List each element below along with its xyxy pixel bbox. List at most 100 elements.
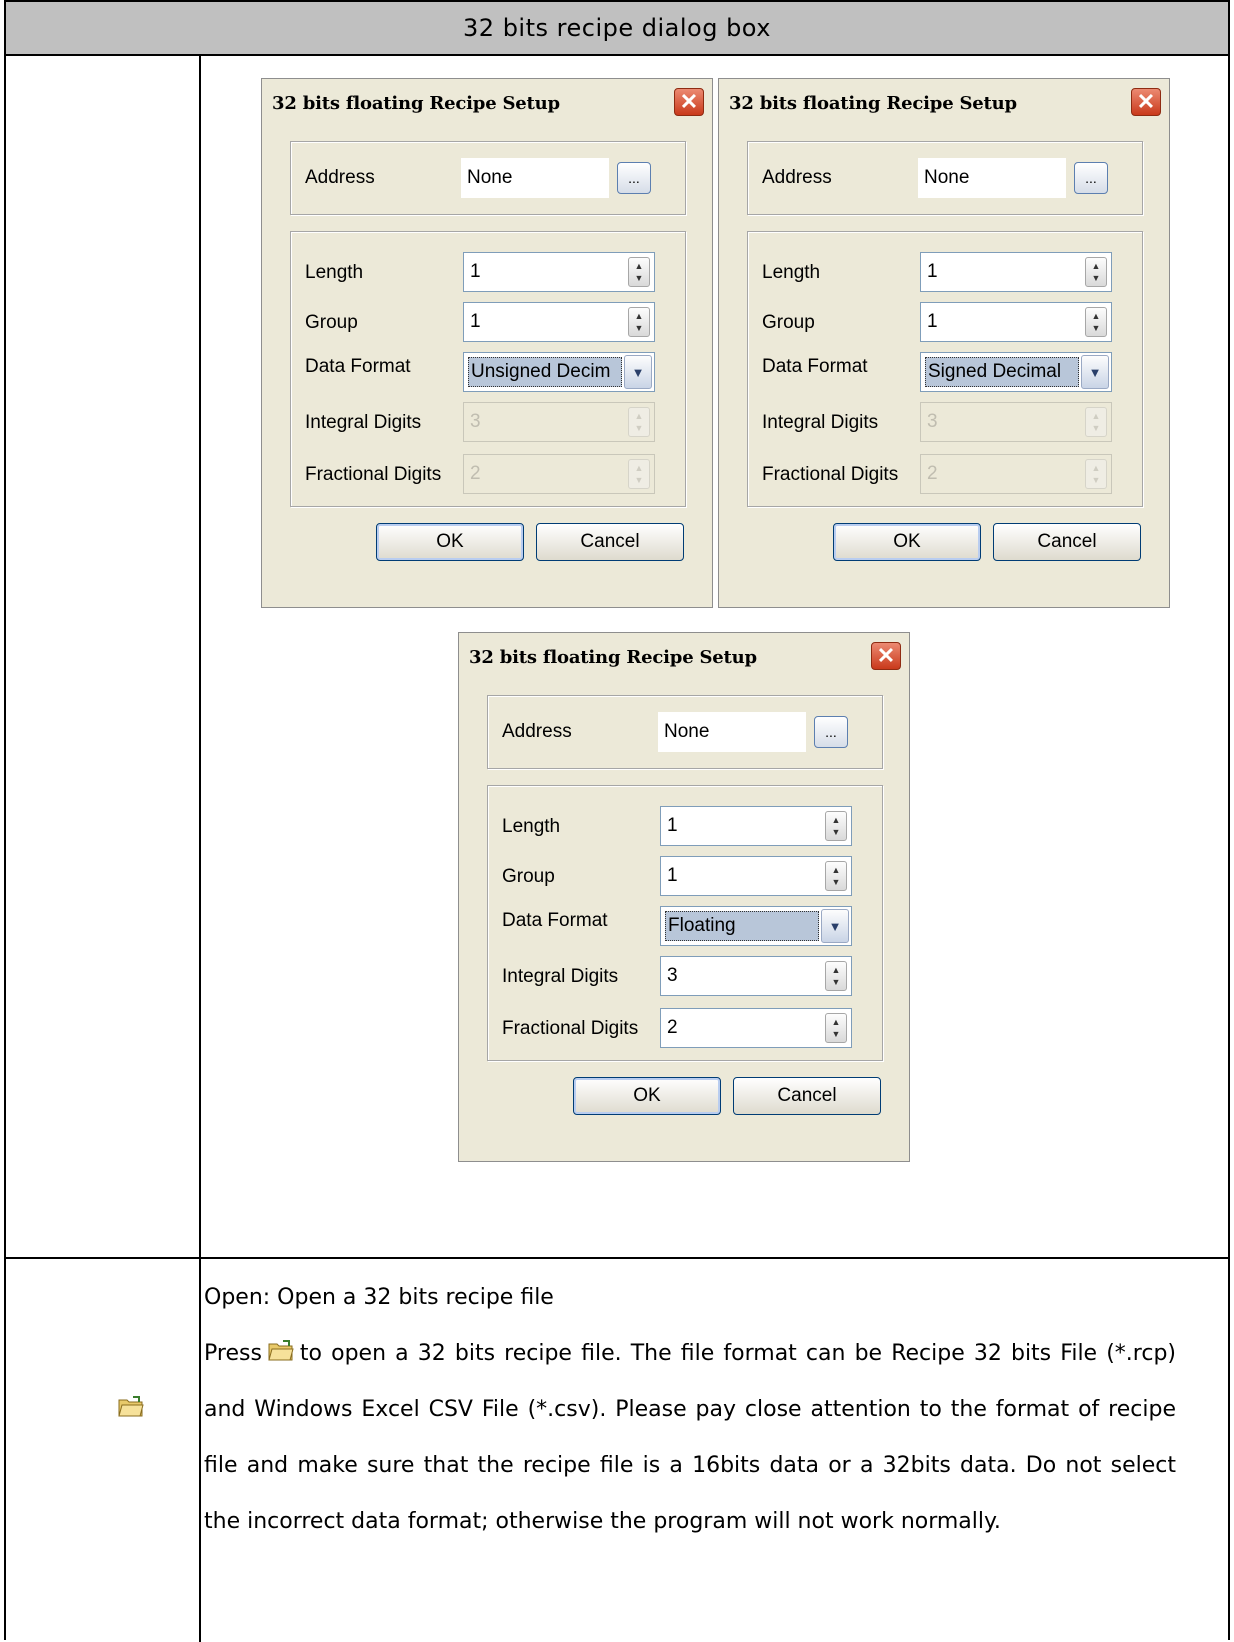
address-field[interactable]: None bbox=[918, 158, 1066, 198]
fractional-digits-label: Fractional Digits bbox=[762, 464, 899, 485]
integral-digits-value: 3 bbox=[470, 411, 481, 432]
length-label: Length bbox=[762, 262, 821, 283]
column-divider bbox=[199, 54, 201, 1642]
address-group: Address None ... bbox=[747, 141, 1143, 215]
chevron-down-icon[interactable]: ▼ bbox=[624, 355, 652, 389]
length-field[interactable]: 1 ▲ ▼ bbox=[660, 806, 852, 846]
group-value: 1 bbox=[667, 865, 678, 886]
open-body-text: to open a 32 bits recipe file. The file … bbox=[204, 1341, 1176, 1534]
address-browse-button[interactable]: ... bbox=[617, 162, 651, 194]
cancel-button[interactable]: Cancel bbox=[993, 523, 1141, 561]
group-spinner[interactable]: ▲ ▼ bbox=[628, 307, 650, 337]
fractional-digits-label: Fractional Digits bbox=[502, 1018, 639, 1039]
chevron-down-icon[interactable]: ▼ bbox=[1081, 355, 1109, 389]
close-button[interactable]: ✕ bbox=[871, 642, 901, 670]
length-field[interactable]: 1 ▲ ▼ bbox=[920, 252, 1112, 292]
recipe-setup-dialog: 32 bits floating Recipe Setup ✕ Address … bbox=[261, 78, 713, 608]
length-spinner[interactable]: ▲ ▼ bbox=[1085, 257, 1107, 287]
cancel-button[interactable]: Cancel bbox=[536, 523, 684, 561]
open-body: Press to open a 32 bits recipe file. The… bbox=[204, 1326, 1176, 1550]
fractional-digits-spinner[interactable]: ▲ ▼ bbox=[628, 459, 650, 489]
fractional-digits-field[interactable]: 2 ▲ ▼ bbox=[463, 454, 655, 494]
open-folder-icon bbox=[268, 1340, 294, 1361]
recipe-setup-dialog: 32 bits floating Recipe Setup ✕ Address … bbox=[458, 632, 910, 1162]
chevron-down-icon[interactable]: ▼ bbox=[821, 909, 849, 943]
group-label: Group bbox=[305, 312, 358, 333]
dialog-titlebar[interactable]: 32 bits floating Recipe Setup ✕ bbox=[719, 79, 1169, 127]
length-label: Length bbox=[305, 262, 364, 283]
group-value: 1 bbox=[927, 311, 938, 332]
fractional-digits-field[interactable]: 2 ▲ ▼ bbox=[920, 454, 1112, 494]
fractional-digits-value: 2 bbox=[470, 463, 481, 484]
data-format-label: Data Format bbox=[305, 356, 411, 377]
group-field[interactable]: 1 ▲ ▼ bbox=[920, 302, 1112, 342]
group-value: 1 bbox=[470, 311, 481, 332]
row-divider bbox=[6, 1257, 1228, 1259]
spin-down-icon: ▼ bbox=[1091, 323, 1101, 333]
press-text: Press bbox=[204, 1341, 262, 1366]
integral-digits-field[interactable]: 3 ▲ ▼ bbox=[920, 402, 1112, 442]
dialog-title: 32 bits floating Recipe Setup bbox=[469, 646, 757, 668]
spin-up-icon: ▲ bbox=[1091, 411, 1101, 421]
integral-digits-spinner[interactable]: ▲ ▼ bbox=[825, 961, 847, 991]
spin-down-icon: ▼ bbox=[1091, 475, 1101, 485]
address-browse-button[interactable]: ... bbox=[814, 716, 848, 748]
integral-digits-spinner[interactable]: ▲ ▼ bbox=[1085, 407, 1107, 437]
length-value: 1 bbox=[927, 261, 938, 282]
data-format-select[interactable]: Unsigned Decim ▼ bbox=[463, 352, 655, 392]
spin-down-icon: ▼ bbox=[1091, 273, 1101, 283]
integral-digits-spinner[interactable]: ▲ ▼ bbox=[628, 407, 650, 437]
document-table: 32 bits recipe dialog box 32 bits floati… bbox=[4, 0, 1230, 1642]
length-spinner[interactable]: ▲ ▼ bbox=[825, 811, 847, 841]
fractional-digits-label: Fractional Digits bbox=[305, 464, 442, 485]
data-format-value: Signed Decimal bbox=[925, 357, 1079, 387]
close-button[interactable]: ✕ bbox=[1131, 88, 1161, 116]
address-field[interactable]: None bbox=[658, 712, 806, 752]
recipe-setup-dialog: 32 bits floating Recipe Setup ✕ Address … bbox=[718, 78, 1170, 608]
address-browse-button[interactable]: ... bbox=[1074, 162, 1108, 194]
close-button[interactable]: ✕ bbox=[674, 88, 704, 116]
fractional-digits-spinner[interactable]: ▲ ▼ bbox=[825, 1013, 847, 1043]
spin-up-icon: ▲ bbox=[1091, 463, 1101, 473]
length-field[interactable]: 1 ▲ ▼ bbox=[463, 252, 655, 292]
fractional-digits-spinner[interactable]: ▲ ▼ bbox=[1085, 459, 1107, 489]
data-format-label: Data Format bbox=[762, 356, 868, 377]
integral-digits-label: Integral Digits bbox=[305, 412, 422, 433]
address-field[interactable]: None bbox=[461, 158, 609, 198]
ok-button[interactable]: OK bbox=[833, 523, 981, 561]
data-format-select[interactable]: Signed Decimal ▼ bbox=[920, 352, 1112, 392]
spin-up-icon: ▲ bbox=[831, 1017, 841, 1027]
open-heading: Open: Open a 32 bits recipe file bbox=[204, 1285, 554, 1310]
spin-down-icon: ▼ bbox=[634, 323, 644, 333]
address-label: Address bbox=[305, 167, 375, 188]
spin-up-icon: ▲ bbox=[831, 815, 841, 825]
dialog-titlebar[interactable]: 32 bits floating Recipe Setup ✕ bbox=[459, 633, 909, 681]
cancel-button[interactable]: Cancel bbox=[733, 1077, 881, 1115]
address-label: Address bbox=[762, 167, 832, 188]
integral-digits-label: Integral Digits bbox=[762, 412, 879, 433]
integral-digits-label: Integral Digits bbox=[502, 966, 619, 987]
group-field[interactable]: 1 ▲ ▼ bbox=[463, 302, 655, 342]
length-spinner[interactable]: ▲ ▼ bbox=[628, 257, 650, 287]
table-header: 32 bits recipe dialog box bbox=[6, 2, 1228, 56]
group-field[interactable]: 1 ▲ ▼ bbox=[660, 856, 852, 896]
ok-button[interactable]: OK bbox=[573, 1077, 721, 1115]
spin-up-icon: ▲ bbox=[634, 311, 644, 321]
ok-button[interactable]: OK bbox=[376, 523, 524, 561]
group-spinner[interactable]: ▲ ▼ bbox=[825, 861, 847, 891]
address-label: Address bbox=[502, 721, 572, 742]
spin-down-icon: ▼ bbox=[831, 1029, 841, 1039]
integral-digits-field[interactable]: 3 ▲ ▼ bbox=[463, 402, 655, 442]
integral-digits-field[interactable]: 3 ▲ ▼ bbox=[660, 956, 852, 996]
group-spinner[interactable]: ▲ ▼ bbox=[1085, 307, 1107, 337]
data-format-select[interactable]: Floating ▼ bbox=[660, 906, 852, 946]
spin-down-icon: ▼ bbox=[831, 977, 841, 987]
data-format-value: Floating bbox=[665, 911, 819, 941]
fractional-digits-field[interactable]: 2 ▲ ▼ bbox=[660, 1008, 852, 1048]
settings-group: Length 1 ▲ ▼ Group 1 ▲ ▼ Data Format Float… bbox=[487, 785, 883, 1061]
dialog-titlebar[interactable]: 32 bits floating Recipe Setup ✕ bbox=[262, 79, 712, 127]
open-description: Open: Open a 32 bits recipe file Press t… bbox=[204, 1270, 1176, 1550]
data-format-value: Unsigned Decim bbox=[468, 357, 622, 387]
open-folder-icon bbox=[118, 1396, 144, 1417]
spin-up-icon: ▲ bbox=[1091, 311, 1101, 321]
